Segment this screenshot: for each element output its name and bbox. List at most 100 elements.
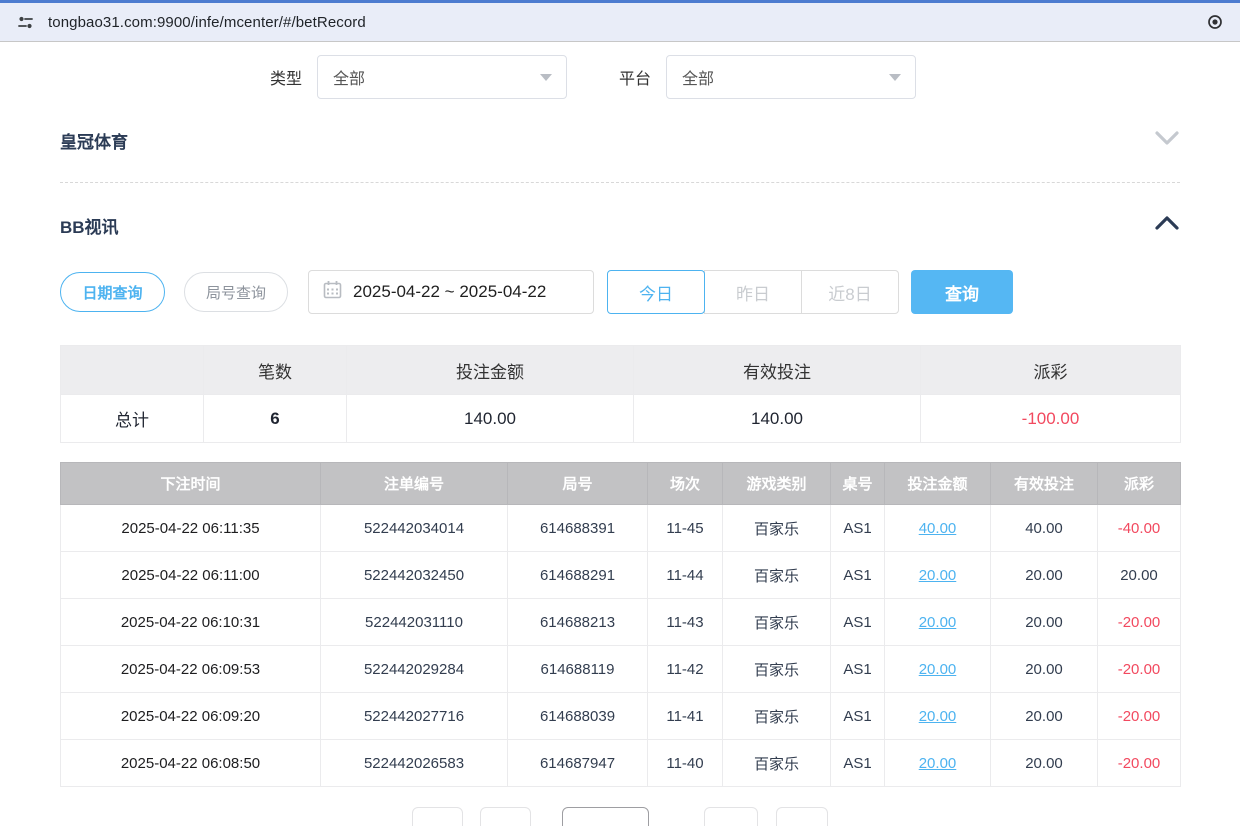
- cell-round: 614687947: [508, 740, 648, 787]
- bet-amount-link[interactable]: 20.00: [919, 661, 957, 678]
- bet-amount-link[interactable]: 20.00: [919, 755, 957, 772]
- summary-table: 笔数 投注金额 有效投注 派彩 总计 6 140.00 140.00 -100.…: [60, 345, 1181, 443]
- summary-empty-header: [61, 346, 204, 395]
- cell-time: 2025-04-22 06:11:35: [61, 505, 321, 552]
- bb-video-header[interactable]: BB视讯: [60, 213, 1180, 238]
- cell-bet-id: 522442029284: [321, 646, 508, 693]
- summary-total-label: 总计: [61, 395, 204, 443]
- date-range-input[interactable]: 2025-04-22 ~ 2025-04-22: [308, 270, 594, 314]
- pagination-last-button[interactable]: [776, 807, 828, 826]
- col-payout: 派彩: [1098, 463, 1181, 505]
- type-select[interactable]: 全部: [317, 55, 567, 99]
- cell-valid: 20.00: [991, 599, 1098, 646]
- date-range-value: 2025-04-22 ~ 2025-04-22: [353, 282, 546, 302]
- summary-bet-value: 140.00: [347, 395, 634, 443]
- bet-record-page: tongbao31.com:9900/infe/mcenter/#/betRec…: [0, 0, 1240, 826]
- col-bet-id: 注单编号: [321, 463, 508, 505]
- cell-time: 2025-04-22 06:10:31: [61, 599, 321, 646]
- cell-round: 614688291: [508, 552, 648, 599]
- type-select-value: 全部: [333, 65, 365, 89]
- url-text[interactable]: tongbao31.com:9900/infe/mcenter/#/betRec…: [48, 14, 1204, 31]
- cell-table-no: AS1: [831, 646, 885, 693]
- chevron-down-icon[interactable]: [1154, 130, 1180, 151]
- cell-valid: 40.00: [991, 505, 1098, 552]
- cell-time: 2025-04-22 06:09:53: [61, 646, 321, 693]
- cell-bet-id: 522442034014: [321, 505, 508, 552]
- cell-time: 2025-04-22 06:11:00: [61, 552, 321, 599]
- platform-select[interactable]: 全部: [666, 55, 916, 99]
- summary-payout-header: 派彩: [921, 346, 1181, 395]
- table-row: 2025-04-22 06:11:00 522442032450 6146882…: [61, 552, 1181, 599]
- pagination-first-button[interactable]: [412, 807, 463, 826]
- table-row: 2025-04-22 06:09:53 522442029284 6146881…: [61, 646, 1181, 693]
- table-row: 2025-04-22 06:08:50 522442026583 6146879…: [61, 740, 1181, 787]
- cell-game: 百家乐: [723, 740, 831, 787]
- bet-amount-link[interactable]: 20.00: [919, 708, 957, 725]
- cell-valid: 20.00: [991, 693, 1098, 740]
- bet-amount-link[interactable]: 20.00: [919, 614, 957, 631]
- platform-select-value: 全部: [682, 65, 714, 89]
- summary-count-header: 笔数: [204, 346, 347, 395]
- cell-table-no: AS1: [831, 505, 885, 552]
- cell-valid: 20.00: [991, 552, 1098, 599]
- bet-amount-link[interactable]: 40.00: [919, 520, 957, 537]
- cell-bet-id: 522442026583: [321, 740, 508, 787]
- pagination-prev-button[interactable]: [480, 807, 531, 826]
- cell-game: 百家乐: [723, 693, 831, 740]
- search-button[interactable]: 查询: [911, 270, 1013, 314]
- pagination-next-button[interactable]: [704, 807, 758, 826]
- cell-session: 11-44: [648, 552, 723, 599]
- pagination-current-page[interactable]: [562, 807, 649, 826]
- col-round: 局号: [508, 463, 648, 505]
- bet-amount-link[interactable]: 20.00: [919, 567, 957, 584]
- col-amount: 投注金额: [885, 463, 991, 505]
- cell-bet-id: 522442027716: [321, 693, 508, 740]
- chevron-up-icon[interactable]: [1154, 215, 1180, 236]
- quick-range-group: 今日 昨日 近8日: [607, 270, 899, 314]
- summary-total-row: 总计 6 140.00 140.00 -100.00: [61, 395, 1181, 443]
- cell-payout: -20.00: [1098, 599, 1181, 646]
- pagination: [0, 807, 1240, 826]
- cell-game: 百家乐: [723, 646, 831, 693]
- cell-game: 百家乐: [723, 552, 831, 599]
- col-game: 游戏类别: [723, 463, 831, 505]
- site-info-icon[interactable]: [14, 11, 36, 33]
- table-header-row: 下注时间 注单编号 局号 场次 游戏类别 桌号 投注金额 有效投注 派彩: [61, 463, 1181, 505]
- col-session: 场次: [648, 463, 723, 505]
- cell-table-no: AS1: [831, 740, 885, 787]
- cell-time: 2025-04-22 06:08:50: [61, 740, 321, 787]
- col-valid: 有效投注: [991, 463, 1098, 505]
- cell-payout: -20.00: [1098, 646, 1181, 693]
- calendar-icon: [323, 280, 342, 304]
- cell-round: 614688039: [508, 693, 648, 740]
- table-row: 2025-04-22 06:09:20 522442027716 6146880…: [61, 693, 1181, 740]
- crown-sports-header[interactable]: 皇冠体育: [60, 128, 1180, 153]
- platform-filter: 平台 全部: [619, 55, 916, 99]
- cell-game: 百家乐: [723, 599, 831, 646]
- yesterday-button[interactable]: 昨日: [704, 270, 802, 314]
- summary-header-row: 笔数 投注金额 有效投注 派彩: [61, 346, 1181, 395]
- cell-table-no: AS1: [831, 552, 885, 599]
- bet-records-table: 下注时间 注单编号 局号 场次 游戏类别 桌号 投注金额 有效投注 派彩 202…: [60, 462, 1181, 787]
- section-crown-sports: 皇冠体育: [60, 128, 1180, 183]
- cell-bet-id: 522442032450: [321, 552, 508, 599]
- cell-valid: 20.00: [991, 740, 1098, 787]
- cell-session: 11-43: [648, 599, 723, 646]
- cell-round: 614688213: [508, 599, 648, 646]
- summary-bet-header: 投注金额: [347, 346, 634, 395]
- caret-down-icon: [889, 74, 901, 81]
- last-8-days-button[interactable]: 近8日: [801, 270, 899, 314]
- cell-payout: -20.00: [1098, 740, 1181, 787]
- cell-round: 614688119: [508, 646, 648, 693]
- cell-table-no: AS1: [831, 599, 885, 646]
- bb-video-title: BB视讯: [60, 213, 119, 238]
- tab-round-query[interactable]: 局号查询: [184, 272, 288, 312]
- cell-valid: 20.00: [991, 646, 1098, 693]
- browser-address-bar[interactable]: tongbao31.com:9900/infe/mcenter/#/betRec…: [0, 3, 1240, 42]
- cell-game: 百家乐: [723, 505, 831, 552]
- target-icon[interactable]: [1204, 11, 1226, 33]
- today-button[interactable]: 今日: [607, 270, 705, 314]
- platform-filter-label: 平台: [619, 65, 651, 89]
- tab-date-query[interactable]: 日期查询: [60, 272, 165, 312]
- summary-count-value: 6: [204, 395, 347, 443]
